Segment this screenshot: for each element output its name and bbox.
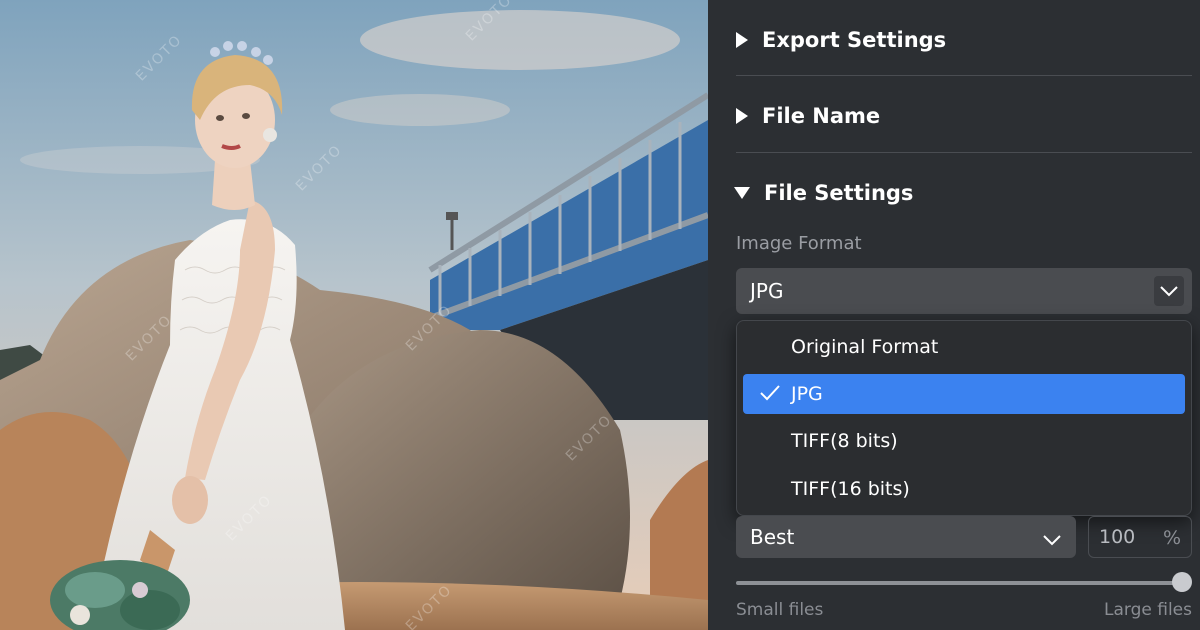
image-format-value: JPG	[750, 279, 784, 303]
divider	[736, 152, 1192, 153]
section-file-name[interactable]: File Name	[736, 96, 880, 136]
checkmark-icon	[759, 384, 781, 407]
preview-image	[0, 0, 708, 630]
triangle-right-icon	[736, 108, 748, 124]
section-title: Export Settings	[762, 28, 947, 52]
quality-slider[interactable]	[736, 581, 1182, 585]
section-export-settings[interactable]: Export Settings	[736, 20, 946, 60]
chevron-down-icon	[1042, 527, 1062, 551]
quality-percent-input[interactable]: 100 %	[1088, 516, 1192, 558]
slider-max-label: Large files	[1104, 600, 1192, 620]
image-format-label: Image Format	[736, 233, 862, 254]
settings-panel: Export Settings File Name File Settings …	[708, 0, 1200, 630]
quality-percent-value: 100	[1099, 526, 1136, 548]
option-label: TIFF(16 bits)	[791, 478, 910, 500]
option-label: TIFF(8 bits)	[791, 430, 898, 452]
format-option-jpg[interactable]: JPG	[743, 374, 1185, 414]
quality-slider-thumb[interactable]	[1172, 572, 1192, 592]
image-format-select[interactable]: JPG	[736, 268, 1192, 314]
format-option-tiff-16[interactable]: TIFF(16 bits)	[743, 469, 1185, 509]
section-file-settings[interactable]: File Settings	[734, 173, 914, 213]
format-option-original[interactable]: Original Format	[743, 327, 1185, 367]
triangle-right-icon	[736, 32, 748, 48]
divider	[736, 75, 1192, 76]
slider-min-label: Small files	[736, 600, 824, 620]
section-title: File Name	[762, 104, 881, 128]
format-option-tiff-8[interactable]: TIFF(8 bits)	[743, 421, 1185, 461]
triangle-down-icon	[734, 187, 750, 199]
image-format-dropdown: Original Format JPG TIFF(8 bits) TIFF(16…	[736, 320, 1192, 516]
quality-select[interactable]: Best	[736, 516, 1076, 558]
photo-preview: EVOTO EVOTO EVOTO EVOTO EVOTO EVOTO EVOT…	[0, 0, 708, 630]
quality-value: Best	[750, 525, 795, 549]
option-label: JPG	[791, 383, 823, 405]
export-dialog: EVOTO EVOTO EVOTO EVOTO EVOTO EVOTO EVOT…	[0, 0, 1200, 630]
section-title: File Settings	[764, 181, 914, 205]
option-label: Original Format	[791, 336, 939, 358]
chevron-down-icon[interactable]	[1154, 276, 1184, 306]
percent-unit: %	[1162, 527, 1181, 549]
